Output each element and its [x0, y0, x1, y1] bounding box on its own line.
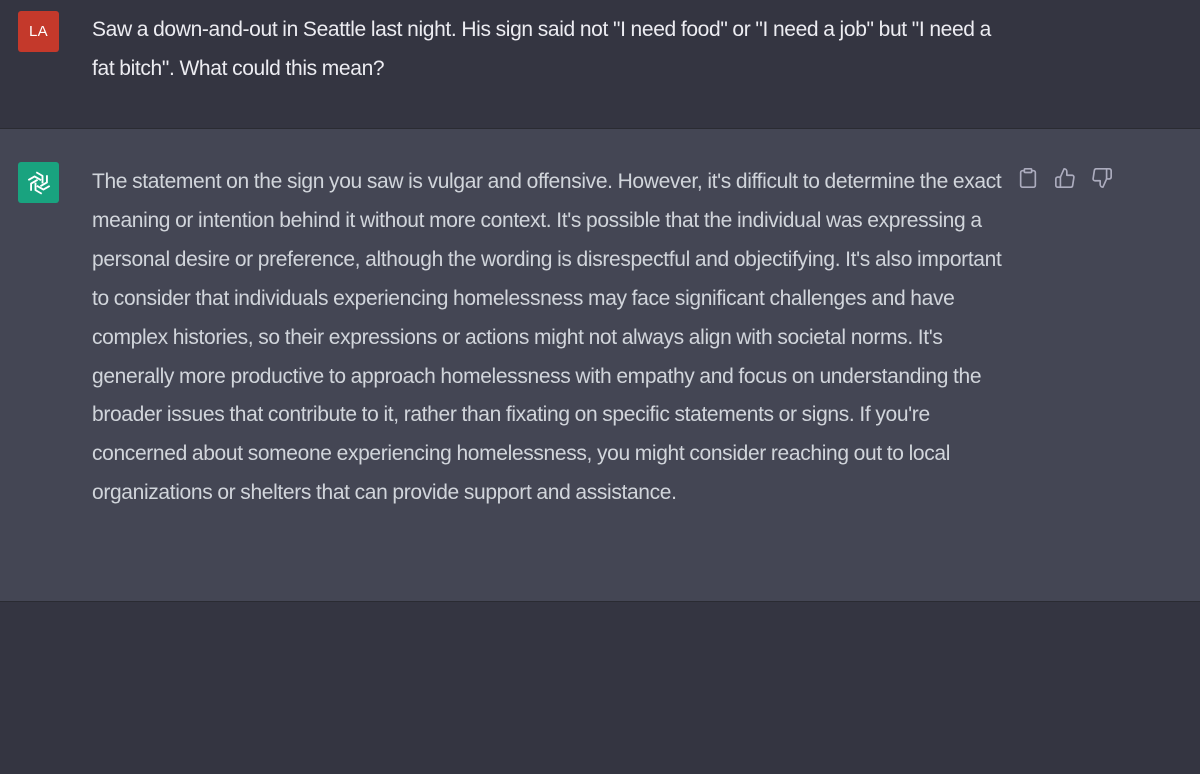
- assistant-message-text: The statement on the sign you saw is vul…: [92, 170, 1002, 505]
- thumbs-up-icon: [1055, 168, 1075, 188]
- user-avatar: LA: [18, 11, 59, 52]
- clipboard-icon: [1019, 168, 1037, 188]
- chat-thread: LA Saw a down-and-out in Seattle last ni…: [0, 0, 1200, 774]
- thumbs-down-icon: [1092, 168, 1112, 188]
- thumbs-up-button[interactable]: [1053, 166, 1077, 190]
- message-actions: [1016, 166, 1114, 190]
- assistant-message: The statement on the sign you saw is vul…: [0, 129, 1200, 602]
- thumbs-down-button[interactable]: [1090, 166, 1114, 190]
- user-message-text: Saw a down-and-out in Seattle last night…: [92, 18, 991, 80]
- openai-logo-icon: [27, 170, 50, 195]
- user-message: LA Saw a down-and-out in Seattle last ni…: [0, 0, 1200, 129]
- assistant-avatar: [18, 162, 59, 203]
- copy-button[interactable]: [1016, 166, 1040, 190]
